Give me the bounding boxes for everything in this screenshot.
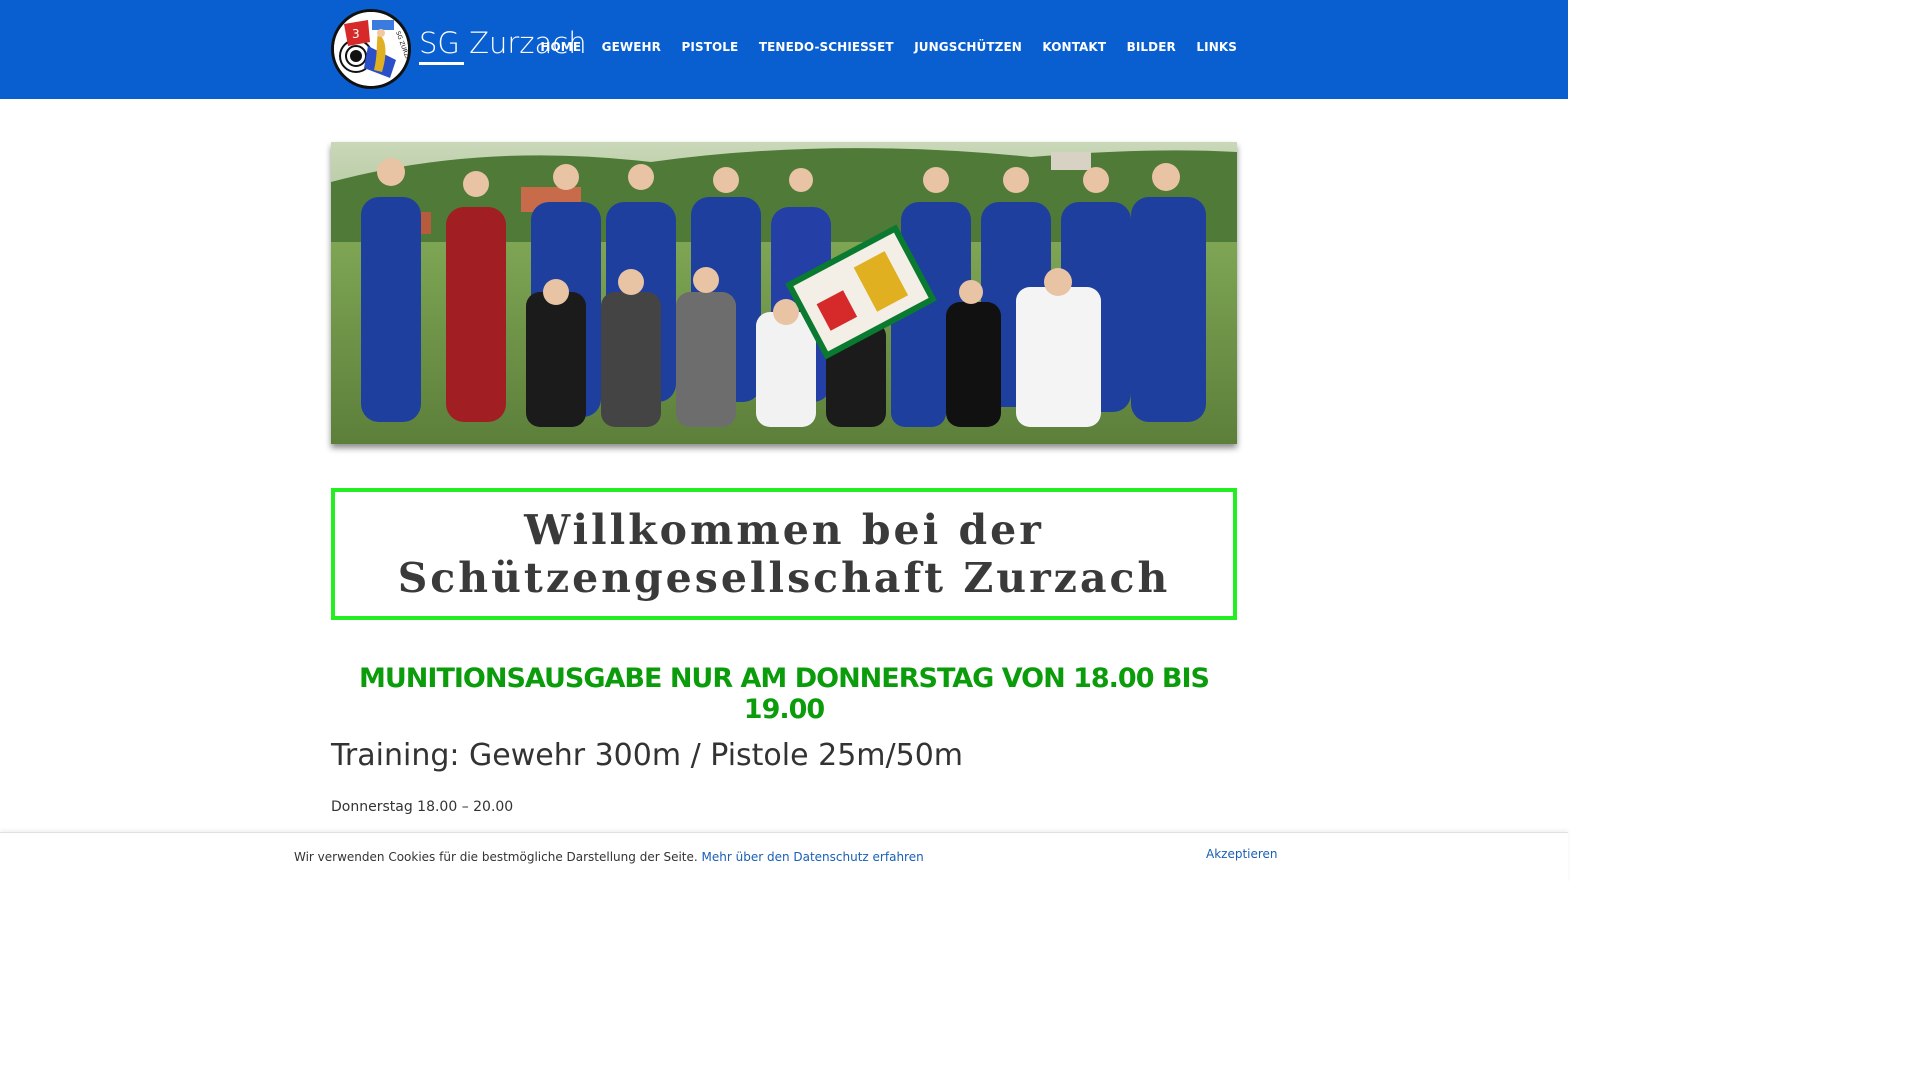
welcome-heading: Willkommen bei der Schützengesellschaft …: [397, 506, 1171, 602]
group-photo-image: [331, 142, 1237, 444]
site-header: 3 SG ZURZACH SG Zurzach HOME GEWEHR PIST…: [0, 0, 1568, 99]
nav-links[interactable]: LINKS: [1196, 40, 1237, 54]
ammunition-notice: MUNITIONSAUSGABE NUR AM DONNERSTAG VON 1…: [359, 663, 1210, 725]
training-schedule: Donnerstag 18.00 – 20.00: [331, 799, 514, 815]
accept-cookies-button[interactable]: Akzeptieren: [1206, 847, 1278, 861]
welcome-box: Willkommen bei der Schützengesellschaft …: [331, 488, 1237, 620]
cookie-message: Wir verwenden Cookies für die bestmöglic…: [294, 850, 924, 864]
club-logo[interactable]: 3 SG ZURZACH: [331, 9, 411, 89]
nav-gewehr[interactable]: GEWEHR: [602, 40, 661, 54]
nav-home[interactable]: HOME: [540, 40, 581, 54]
nav-jungschuetzen[interactable]: JUNGSCHÜTZEN: [914, 40, 1022, 54]
nav-pistole[interactable]: PISTOLE: [682, 40, 739, 54]
club-logo-graphic: 3 SG ZURZACH: [334, 12, 408, 86]
nav-kontakt[interactable]: KONTAKT: [1042, 40, 1106, 54]
cookie-banner: Wir verwenden Cookies für die bestmöglic…: [0, 832, 1568, 883]
title-underline: [419, 62, 464, 65]
group-photo: [331, 142, 1237, 444]
main-navigation: HOME GEWEHR PISTOLE TENEDO-SCHIESSET JUN…: [520, 40, 1237, 54]
privacy-link[interactable]: Mehr über den Datenschutz erfahren: [702, 850, 924, 864]
training-heading: Training: Gewehr 300m / Pistole 25m/50m: [331, 738, 964, 773]
cookie-text: Wir verwenden Cookies für die bestmöglic…: [294, 850, 698, 864]
nav-bilder[interactable]: BILDER: [1127, 40, 1176, 54]
nav-tenedo-schiesset[interactable]: TENEDO-SCHIESSET: [759, 40, 894, 54]
svg-text:3: 3: [352, 27, 360, 41]
